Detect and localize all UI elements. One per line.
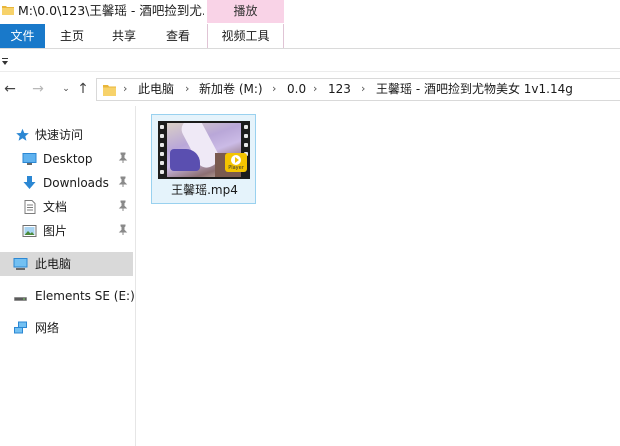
film-strip-hole <box>160 143 164 147</box>
customize-qat-chevron-icon[interactable] <box>2 61 8 65</box>
breadcrumb-separator-icon[interactable]: › <box>313 82 317 95</box>
drive-icon <box>14 297 27 301</box>
file-list-pane: Player 王馨瑶.mp4 <box>137 106 620 446</box>
pictures-icon <box>22 225 37 237</box>
tab-home[interactable]: 主页 <box>54 24 90 48</box>
title-bar: M:\0.0\123\王馨瑶 - 酒吧捡到尤... 播放 <box>0 0 620 24</box>
sidebar-item-pictures[interactable]: 图片 <box>0 219 133 243</box>
navigation-bar: ← → ⌄ ↑ › 此电脑 › 新加卷 (M:) › 0.0 › 123 › 王… <box>0 73 620 105</box>
breadcrumb-separator-icon[interactable]: › <box>272 82 276 95</box>
sidebar-item-label: 网络 <box>35 321 60 335</box>
forward-arrow-icon[interactable]: → <box>28 79 48 99</box>
pin-icon <box>118 224 128 235</box>
address-bar[interactable]: › 此电脑 › 新加卷 (M:) › 0.0 › 123 › 王馨瑶 - 酒吧捡… <box>96 78 620 101</box>
sidebar-item-label: Elements SE (E:) <box>35 289 135 303</box>
sidebar-item-label: 此电脑 <box>35 257 72 271</box>
sidebar-item-label: Downloads <box>43 176 109 190</box>
breadcrumb-separator-icon[interactable]: › <box>361 82 365 95</box>
film-strip-hole <box>160 134 164 138</box>
tab-video-tools[interactable]: 视频工具 <box>207 24 284 48</box>
sidebar-item-elements-se[interactable]: Elements SE (E:) <box>0 284 135 308</box>
document-icon <box>24 200 36 214</box>
star-icon <box>16 128 29 141</box>
breadcrumb-volume[interactable]: 新加卷 (M:) <box>199 82 263 97</box>
breadcrumb-current-folder[interactable]: 王馨瑶 - 酒吧捡到尤物美女 1v1.14g <box>376 82 573 97</box>
computer-icon <box>13 258 28 270</box>
film-strip-hole <box>244 134 248 138</box>
breadcrumb-folder-123[interactable]: 123 <box>328 82 351 97</box>
file-item[interactable]: Player 王馨瑶.mp4 <box>151 114 256 204</box>
player-app-icon: Player <box>225 153 247 172</box>
film-strip-hole <box>160 170 164 174</box>
ribbon-tabs: 文件 主页 共享 查看 视频工具 <box>0 24 620 48</box>
film-strip-hole <box>160 161 164 165</box>
sidebar-item-downloads[interactable]: Downloads <box>0 171 133 195</box>
film-strip-hole <box>160 152 164 156</box>
sidebar-item-network[interactable]: 网络 <box>0 316 133 340</box>
back-arrow-icon[interactable]: ← <box>0 79 20 99</box>
download-arrow-icon <box>23 176 36 189</box>
film-strip-hole <box>160 125 164 129</box>
context-tab-group-play: 播放 <box>207 0 284 23</box>
breadcrumb-separator-icon[interactable]: › <box>123 82 127 95</box>
desktop-icon <box>22 153 37 165</box>
customize-line-icon <box>2 58 8 59</box>
file-name: 王馨瑶.mp4 <box>171 183 238 197</box>
sidebar-item-this-pc[interactable]: 此电脑 <box>0 252 133 276</box>
window-title: M:\0.0\123\王馨瑶 - 酒吧捡到尤... <box>18 3 204 18</box>
folder-icon <box>2 6 14 15</box>
sidebar-item-label: 快速访问 <box>35 128 84 142</box>
pin-icon <box>118 176 128 187</box>
film-strip-hole <box>244 125 248 129</box>
pin-icon <box>118 152 128 163</box>
player-badge-label: Player <box>228 165 244 171</box>
film-strip-hole <box>244 143 248 147</box>
quick-access-toolbar <box>0 49 620 72</box>
navigation-pane: 快速访问 Desktop Downloads 文档 图片 此电脑 Element… <box>0 106 136 446</box>
sidebar-item-desktop[interactable]: Desktop <box>0 147 133 171</box>
sidebar-item-label: 图片 <box>43 224 68 238</box>
play-icon <box>231 155 241 165</box>
sidebar-item-quick-access[interactable]: 快速访问 <box>0 123 133 147</box>
folder-icon <box>103 85 116 96</box>
frame-shape <box>170 149 200 171</box>
breadcrumb-this-pc[interactable]: 此电脑 <box>138 82 174 97</box>
breadcrumb-folder-0-0[interactable]: 0.0 <box>287 82 306 97</box>
breadcrumb-separator-icon[interactable]: › <box>185 82 189 95</box>
tab-file[interactable]: 文件 <box>0 24 45 48</box>
sidebar-item-label: Desktop <box>43 152 93 166</box>
up-arrow-icon[interactable]: ↑ <box>73 79 93 99</box>
tab-share[interactable]: 共享 <box>106 24 142 48</box>
tab-view[interactable]: 查看 <box>160 24 196 48</box>
sidebar-item-label: 文档 <box>43 200 68 214</box>
network-icon <box>14 321 27 334</box>
sidebar-item-documents[interactable]: 文档 <box>0 195 133 219</box>
pin-icon <box>118 200 128 211</box>
